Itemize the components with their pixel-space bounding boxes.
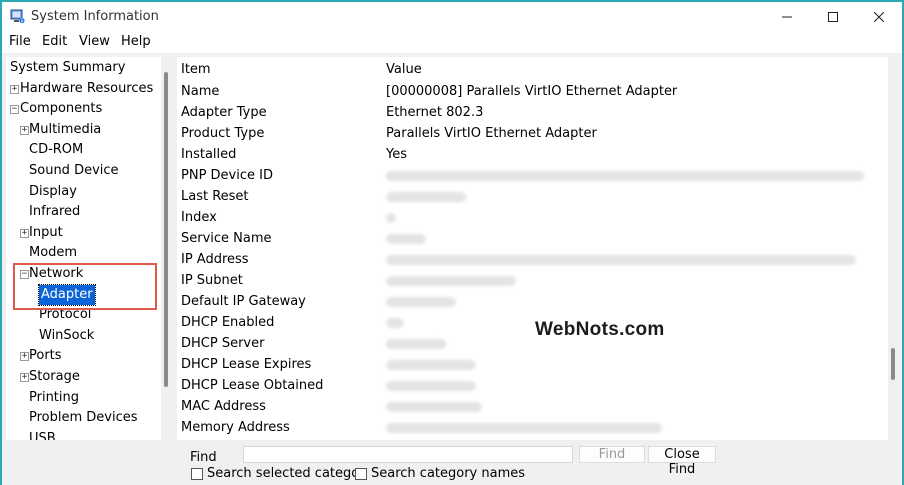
redacted-value: [386, 234, 426, 244]
menu-view[interactable]: View: [79, 34, 110, 49]
tree-item-label: System Summary: [10, 60, 126, 75]
menu-bar: File Edit View Help: [2, 31, 902, 53]
details-item-name: IP Address: [181, 252, 249, 267]
tree-item-label: WinSock: [39, 327, 95, 343]
details-item-value: [00000008] Parallels VirtIO Ethernet Ada…: [386, 84, 678, 99]
search-selected-category-checkbox[interactable]: [191, 467, 203, 480]
tree-item-label: Storage: [29, 369, 80, 384]
details-item-name: Last Reset: [181, 189, 249, 204]
highlight-annotation-box: [13, 263, 157, 310]
tree-item-label: Ports: [29, 348, 62, 364]
tree-item-label: Problem Devices: [29, 410, 138, 426]
tree-item-label: Multimedia: [29, 121, 102, 137]
redacted-value: [386, 339, 446, 349]
menu-help[interactable]: Help: [121, 34, 151, 49]
collapse-icon[interactable]: −: [10, 105, 19, 115]
redacted-value: [386, 423, 662, 433]
find-button[interactable]: Find: [579, 446, 645, 463]
search-category-names-label: Search category names: [371, 466, 526, 481]
expand-icon[interactable]: +: [20, 125, 29, 135]
category-tree[interactable]: USB Problem Devices Printing + Storage + Ports…: [6, 57, 172, 440]
details-scrollbar[interactable]: [888, 57, 899, 440]
tree-scrollbar-thumb[interactable]: [164, 72, 168, 387]
column-header-item[interactable]: Item: [181, 59, 211, 80]
expand-icon[interactable]: +: [20, 352, 29, 362]
redacted-value: [386, 171, 864, 181]
redacted-value: [386, 297, 456, 307]
redacted-value: [386, 255, 856, 265]
details-item-name: PNP Device ID: [181, 168, 273, 183]
close-icon: [874, 11, 884, 22]
find-input[interactable]: [243, 446, 573, 463]
details-item-name: DHCP Server: [181, 336, 265, 351]
details-item-name: Name: [181, 84, 220, 99]
details-item-name: Adapter Type: [181, 105, 267, 120]
details-scrollbar-thumb[interactable]: [891, 348, 895, 380]
tree-item-label: Input: [29, 224, 63, 240]
details-item-name: DHCP Lease Expires: [181, 357, 312, 372]
details-item-value: Parallels VirtIO Ethernet Adapter: [386, 126, 597, 141]
maximize-icon: [828, 11, 838, 22]
details-item-name: Service Name: [181, 231, 272, 246]
details-item-name: Product Type: [181, 126, 265, 141]
find-label: Find: [190, 450, 217, 465]
tree-item-label: USB: [29, 430, 56, 440]
tree-item-label: Printing: [29, 389, 80, 405]
details-item-name: IP Subnet: [181, 273, 243, 288]
tree-scrollbar[interactable]: [161, 57, 172, 440]
minimize-icon: [782, 16, 792, 17]
details-item-value: Ethernet 802.3: [386, 105, 484, 120]
tree-item-label: Infrared: [29, 204, 81, 220]
details-item-name: DHCP Lease Obtained: [181, 378, 324, 393]
tree-item-label: Components: [20, 101, 103, 117]
minimize-button[interactable]: [764, 2, 810, 31]
column-header-value[interactable]: Value: [386, 59, 422, 80]
tree-item-label: Sound Device: [29, 163, 119, 178]
search-selected-category-option[interactable]: Search selected categor: [191, 466, 365, 481]
find-bar: Find Find Close Find Search selected cat…: [2, 440, 902, 485]
menu-edit[interactable]: Edit: [42, 34, 67, 49]
redacted-value: [386, 318, 404, 328]
details-item-value: Yes: [386, 147, 407, 162]
search-category-names-checkbox[interactable]: [355, 467, 367, 480]
expand-icon[interactable]: +: [10, 84, 19, 94]
details-item-name: MAC Address: [181, 399, 266, 414]
details-item-name: Default IP Gateway: [181, 294, 306, 309]
search-selected-category-label: Search selected categor: [207, 466, 365, 481]
redacted-value: [386, 192, 466, 202]
webnots-watermark: WebNots.com: [535, 319, 665, 340]
details-item-name: Memory Address: [181, 420, 290, 435]
redacted-value: [386, 402, 482, 412]
menu-file[interactable]: File: [9, 34, 31, 49]
title-bar: System Information: [2, 2, 902, 31]
system-information-app-icon: [10, 9, 25, 24]
redacted-value: [386, 360, 476, 370]
redacted-value: [386, 213, 396, 223]
details-item-name: Index: [181, 210, 217, 225]
window-title: System Information: [31, 9, 159, 24]
search-category-names-option[interactable]: Search category names: [355, 466, 525, 481]
redacted-value: [386, 276, 516, 286]
tree-item-label: CD-ROM: [29, 142, 84, 158]
expand-icon[interactable]: +: [20, 373, 29, 382]
details-item-name: Installed: [181, 147, 237, 162]
tree-item-label: Hardware Resources: [20, 80, 154, 96]
details-list[interactable]: Item Value Name [00000008] Parallels Virt…: [177, 57, 899, 440]
maximize-button[interactable]: [810, 2, 856, 31]
close-find-button[interactable]: Close Find: [648, 446, 716, 477]
tree-item-label: Modem: [29, 245, 78, 261]
tree-item-label: Display: [29, 183, 77, 199]
system-information-window: System Information File Edit View Help U…: [0, 0, 904, 485]
close-button[interactable]: [856, 2, 902, 31]
redacted-value: [386, 381, 476, 391]
expand-icon[interactable]: +: [20, 228, 29, 238]
details-item-name: DHCP Enabled: [181, 315, 275, 330]
